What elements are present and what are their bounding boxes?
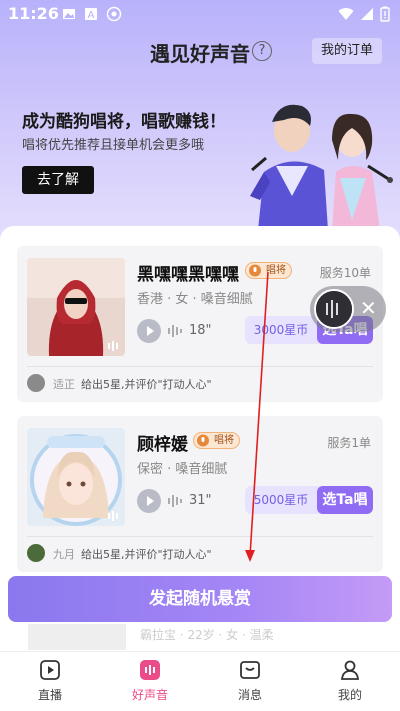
banner-title: 成为酷狗唱将，唱歌赚钱！ xyxy=(22,112,226,132)
next-card-peek: 霸拉宝 · 22岁 · 女 · 温柔 xyxy=(20,624,380,650)
status-time: 11:26 xyxy=(8,4,59,23)
singer-name: 黑嘿嘿黑嘿嘿 xyxy=(137,265,239,285)
learn-more-button[interactable]: 去了解 xyxy=(22,166,94,194)
price: 3000星币 xyxy=(253,323,309,337)
reviewer-name: 适正 xyxy=(53,378,75,391)
mic-icon xyxy=(197,434,209,447)
svg-text:A: A xyxy=(88,10,95,21)
nav-label: 直播 xyxy=(37,688,62,702)
review-text: 给出5星,并评价"打动人心" xyxy=(81,548,212,561)
play-button[interactable] xyxy=(137,319,161,343)
reviewer-avatar xyxy=(27,374,45,392)
reviewer-name: 九月 xyxy=(53,548,75,561)
nav-label: 我的 xyxy=(337,688,362,702)
review-text: 给出5星,并评价"打动人心" xyxy=(81,378,212,391)
singers-illustration xyxy=(250,104,393,230)
waveform-icon xyxy=(168,325,182,337)
waveform-icon xyxy=(168,495,182,507)
close-icon[interactable]: ✕ xyxy=(360,298,380,318)
video-icon xyxy=(108,341,118,351)
nav-item-profile[interactable]: 我的 xyxy=(310,658,390,703)
price: 5000星币 xyxy=(253,493,309,507)
singer-name: 顾梓媛 xyxy=(137,435,188,455)
price-box[interactable]: 5000星币 选Ta唱 xyxy=(245,486,373,514)
message-icon xyxy=(240,661,260,679)
my-orders-button[interactable]: 我的订单 xyxy=(312,38,382,64)
random-reward-button[interactable]: 发起随机悬赏 xyxy=(8,576,392,622)
sample-duration: 31" xyxy=(189,493,212,508)
served-count: 服务1单 xyxy=(327,436,371,450)
a-icon: A xyxy=(85,8,97,21)
page-title: 遇见好声音 xyxy=(150,42,250,66)
singer-photo xyxy=(28,624,126,650)
singer-tag: 唱将 xyxy=(193,432,240,449)
singer-meta: 保密 · 嗓音细腻 xyxy=(137,462,228,477)
gallery-icon xyxy=(63,9,75,19)
play-icon xyxy=(147,496,154,506)
singer-card[interactable]: 顾梓媛 唱将 服务1单 保密 · 嗓音细腻 31" 5000星币 选Ta唱 九月… xyxy=(17,416,383,572)
singer-tag: 唱将 xyxy=(245,262,292,279)
divider xyxy=(27,366,373,367)
nav-label: 好声音 xyxy=(131,688,168,702)
singer-photo[interactable] xyxy=(27,428,125,526)
mic-icon xyxy=(249,264,261,277)
singer-meta: 香港 · 女 · 嗓音细腻 xyxy=(137,292,253,307)
sync-icon xyxy=(106,6,122,22)
profile-icon xyxy=(340,660,360,680)
signal-icon xyxy=(361,8,373,20)
floating-player[interactable]: ✕ xyxy=(310,286,386,332)
good-voice-icon xyxy=(140,660,160,680)
wifi-icon xyxy=(338,8,354,20)
status-bar: 11:26 A xyxy=(0,0,400,28)
sample-duration: 18" xyxy=(189,323,212,338)
banner-subtitle: 唱将优先推荐且接单机会更多哦 xyxy=(22,138,205,153)
nav-item-good-voice[interactable]: 好声音 xyxy=(110,658,190,703)
pick-singer-button[interactable]: 选Ta唱 xyxy=(317,486,373,514)
divider xyxy=(27,536,373,537)
nav-item-live[interactable]: 直播 xyxy=(10,658,90,703)
singer-meta: 霸拉宝 · 22岁 · 女 · 温柔 xyxy=(140,628,274,642)
nav-item-messages[interactable]: 消息 xyxy=(210,658,290,703)
video-icon xyxy=(108,511,118,521)
served-count: 服务10单 xyxy=(319,266,371,280)
battery-icon xyxy=(380,6,390,22)
bottom-nav: 直播 好声音 消息 我的 xyxy=(0,651,400,711)
header: 遇见好声音 ? 我的订单 xyxy=(0,38,400,66)
reviewer-avatar xyxy=(27,544,45,562)
tag-label: 唱将 xyxy=(266,265,286,276)
tag-label: 唱将 xyxy=(214,435,234,446)
play-button[interactable] xyxy=(137,489,161,513)
singer-photo[interactable] xyxy=(27,258,125,356)
play-icon xyxy=(147,326,154,336)
help-icon[interactable]: ? xyxy=(252,41,272,61)
live-icon xyxy=(40,660,60,680)
floating-player-thumbnail[interactable] xyxy=(314,289,354,329)
nav-label: 消息 xyxy=(237,688,262,702)
